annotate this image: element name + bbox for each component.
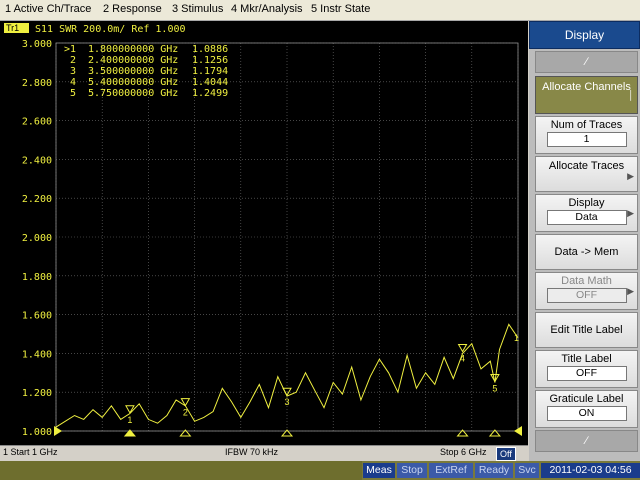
softkey-graticule-label-label: Graticule Label [549,393,624,405]
menu-active-ch-trace[interactable]: 1 Active Ch/Trace [5,3,91,15]
y-axis-ticks: 3.000 2.800 2.600 2.400 2.200 2.000 1.800 1.600… [22,39,52,438]
marker-table-id: >1 [64,44,76,55]
instrument-status-bar: Meas Stop ExtRef Ready Svc 2011-02-03 04… [0,461,640,480]
y-tick-label: 2.800 [22,78,52,89]
softkey-back[interactable]: ∕ [535,51,638,73]
marker-table-freq: 5.400000000 GHz [88,77,178,88]
marker-table-value: 1.0886 [192,44,228,55]
trace-header: S11 SWR 200.0m/ Ref 1.000 [35,24,186,35]
softkey-display-label: Display [568,197,605,209]
marker-table-value: 1.2499 [192,88,228,99]
softkey-num-traces-label: Num of Traces [550,119,623,131]
marker-table-id: 3 [70,66,76,77]
marker-table-id: 5 [70,88,76,99]
start-frequency[interactable]: 1 Start 1 GHz [3,447,58,457]
menu-instr-state[interactable]: 5 Instr State [311,3,370,15]
marker-table-value: 1.1256 [192,55,228,66]
softkey-display[interactable]: Display Data ▶ [535,194,638,232]
trace-end-label: 1 [514,333,519,343]
marker-label: 2 [183,408,188,418]
y-tick-label: 1.000 [22,427,52,438]
y-tick-label: 1.800 [22,272,52,283]
num-traces-value: 1 [546,132,627,147]
softkey-allocate-channels[interactable]: Allocate Channels │ [535,76,638,114]
status-message-area [0,461,362,480]
marker-label: 3 [284,397,289,407]
softkey-return[interactable]: ∕ [535,430,638,452]
y-tick-label: 2.200 [22,194,52,205]
softkey-graticule-label[interactable]: Graticule Label ON [535,390,638,428]
status-datetime: 2011-02-03 04:56 [541,463,640,478]
title-label-value: OFF [546,366,627,381]
marker-label: 4 [460,354,465,364]
status-ready: Ready [475,463,513,478]
marker-table-freq: 1.800000000 GHz [88,44,178,55]
display-value: Data [546,210,627,225]
marker-table-id: 4 [70,77,76,88]
softkey-data-math-label: Data Math [561,275,612,287]
data-math-value: OFF [546,288,627,303]
menu-bar: 1 Active Ch/Trace 2 Response 3 Stimulus … [0,0,640,21]
marker-table-freq: 3.500000000 GHz [88,66,178,77]
measurement-screen[interactable]: 3.000 2.800 2.600 2.400 2.200 2.000 1.800 1.600… [0,21,528,445]
y-tick-label: 2.400 [22,155,52,166]
menu-mkr-analysis[interactable]: 4 Mkr/Analysis [231,3,303,15]
ifbw[interactable]: IFBW 70 kHz [225,447,278,457]
marker-label: 5 [492,384,497,394]
y-tick-label: 3.000 [22,39,52,50]
submenu-arrow-icon: ▶ [627,208,634,218]
correction-off-badge[interactable]: Off [496,447,516,461]
marker-triangle[interactable] [125,405,135,414]
graticule-label-value: ON [546,406,627,421]
swr-plot[interactable]: 3.000 2.800 2.600 2.400 2.200 2.000 1.800 1.600… [0,21,528,445]
submenu-arrow-icon: │ [628,90,634,100]
y-tick-label: 1.200 [22,388,52,399]
marker-table: >1 1.800000000 GHz 1.0886 2 2.400000000 GHz 1… [64,44,228,99]
graticule [55,42,519,432]
trace-badge[interactable]: Tr1 [6,23,19,33]
softkey-panel: Display ∕ Allocate Channels │ Num of Tra… [529,21,640,461]
y-tick-label: 1.400 [22,349,52,360]
softkey-num-of-traces[interactable]: Num of Traces 1 [535,116,638,154]
marker-table-id: 2 [70,55,76,66]
stop-frequency[interactable]: Stop 6 GHz [440,447,487,457]
menu-stimulus[interactable]: 3 Stimulus [172,3,223,15]
y-tick-label: 1.600 [22,311,52,322]
back-arrow-icon: ∕ [585,56,588,68]
softkey-title-label[interactable]: Title Label OFF [535,350,638,388]
marker-table-freq: 5.750000000 GHz [88,88,178,99]
channel-status-bar: 1 Start 1 GHz IFBW 70 kHz Stop 6 GHz Off [0,445,528,461]
status-extref: ExtRef [429,463,473,478]
softkey-edit-title-label[interactable]: Edit Title Label [535,312,638,348]
status-stop: Stop [397,463,427,478]
menu-response[interactable]: 2 Response [103,3,162,15]
softkey-allocate-traces-label: Allocate Traces [548,160,625,172]
status-svc: Svc [515,463,539,478]
softkey-data-math[interactable]: Data Math OFF ▶ [535,272,638,310]
trace-line [55,323,519,428]
submenu-arrow-icon: ▶ [627,171,634,181]
y-tick-label: 2.000 [22,233,52,244]
y-tick-label: 2.600 [22,117,52,128]
return-arrow-icon: ∕ [585,435,588,447]
softkey-menu-title[interactable]: Display [529,21,640,49]
marker-label: 1 [127,415,132,425]
softkey-title-label-label: Title Label [561,353,612,365]
softkey-allocate-channels-label: Allocate Channels [542,81,631,93]
trace-markers: 1 2 3 4 5 1 [125,333,519,425]
marker-table-freq: 2.400000000 GHz [88,55,178,66]
reference-level-arrow [54,426,62,436]
softkey-data-to-mem[interactable]: Data -> Mem [535,234,638,270]
marker-table-value: 1.1794 [192,66,228,77]
softkey-allocate-traces[interactable]: Allocate Traces ▶ [535,156,638,192]
status-meas: Meas [363,463,395,478]
marker-table-value: 1.4044 [192,77,228,88]
submenu-arrow-icon: ▶ [627,286,634,296]
